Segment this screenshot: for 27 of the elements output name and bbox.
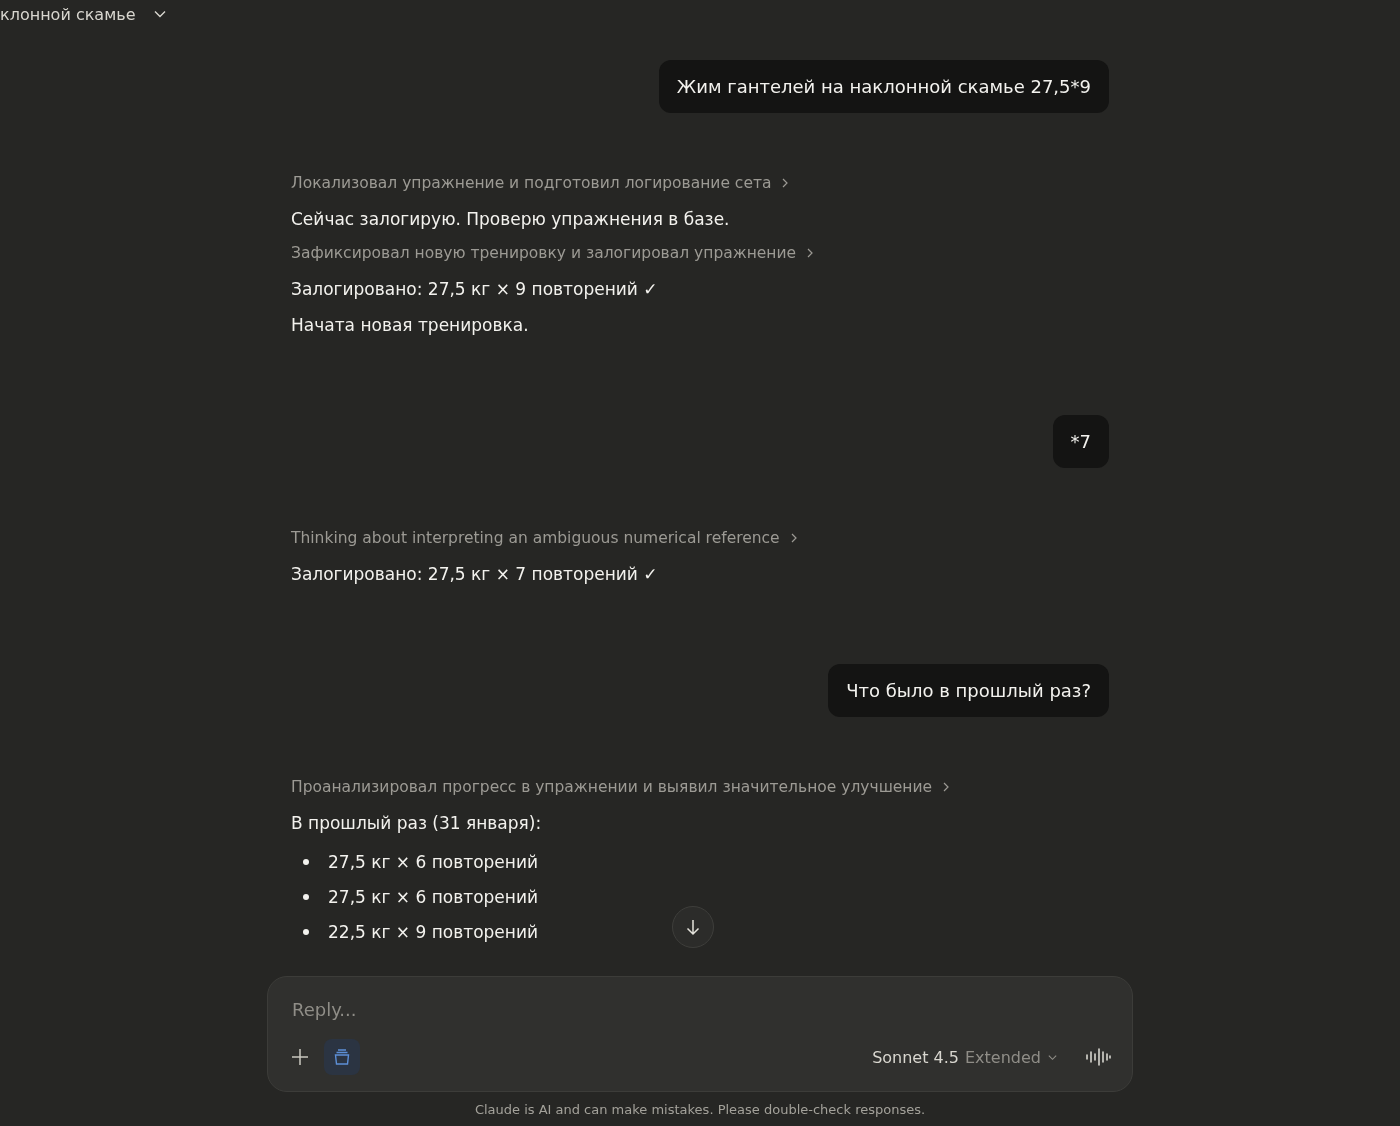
list-item-text: 22,5 кг × 9 повторений bbox=[328, 921, 539, 944]
user-message: Что было в прошлый раз? bbox=[828, 664, 1109, 717]
stack-icon bbox=[333, 1048, 351, 1066]
plus-icon bbox=[291, 1048, 309, 1066]
scroll-down-button[interactable] bbox=[672, 906, 714, 948]
bullet-icon bbox=[303, 929, 309, 935]
thinking-summary[interactable]: Локализовал упражнение и подготовил логирование сета bbox=[291, 171, 792, 195]
user-message: Жим гантелей на наклонной скамье 27,5*9 bbox=[658, 60, 1109, 113]
user-message: *7 bbox=[1052, 415, 1109, 468]
response-text: В прошлый раз (31 января): bbox=[291, 812, 543, 835]
chat-title[interactable]: клонной скамье bbox=[0, 4, 136, 24]
response-text: Начата новая тренировка. bbox=[291, 314, 530, 337]
disclaimer-text: Claude is AI and can make mistakes. Please double-check responses. bbox=[474, 1102, 926, 1117]
list-item-text: 27,5 кг × 6 повторений bbox=[328, 886, 539, 909]
arrow-down-icon bbox=[684, 918, 702, 936]
list-item-text: 27,5 кг × 6 повторений bbox=[328, 851, 539, 874]
response-text: Залогировано: 27,5 кг × 7 повторений ✓ bbox=[291, 563, 659, 586]
reply-field[interactable]: Reply... Sonnet 4.5 Extended bbox=[267, 976, 1133, 1092]
thinking-summary[interactable]: Проанализировал прогресс в упражнении и выявил значительное улучшение bbox=[291, 775, 953, 799]
model-selector[interactable]: Sonnet 4.5 Extended bbox=[872, 1047, 1058, 1067]
response-text: Залогировано: 27,5 кг × 9 повторений ✓ bbox=[291, 278, 659, 301]
tools-button[interactable] bbox=[324, 1039, 360, 1075]
bullet-icon bbox=[303, 859, 309, 865]
thinking-summary[interactable]: Зафиксировал новую тренировку и залогировал упражнение bbox=[291, 241, 817, 265]
response-text: Сейчас залогирую. Проверю упражнения в базе. bbox=[291, 208, 731, 231]
bullet-icon bbox=[303, 894, 309, 900]
thinking-summary[interactable]: Thinking about interpreting an ambiguous numerical reference bbox=[291, 526, 800, 550]
